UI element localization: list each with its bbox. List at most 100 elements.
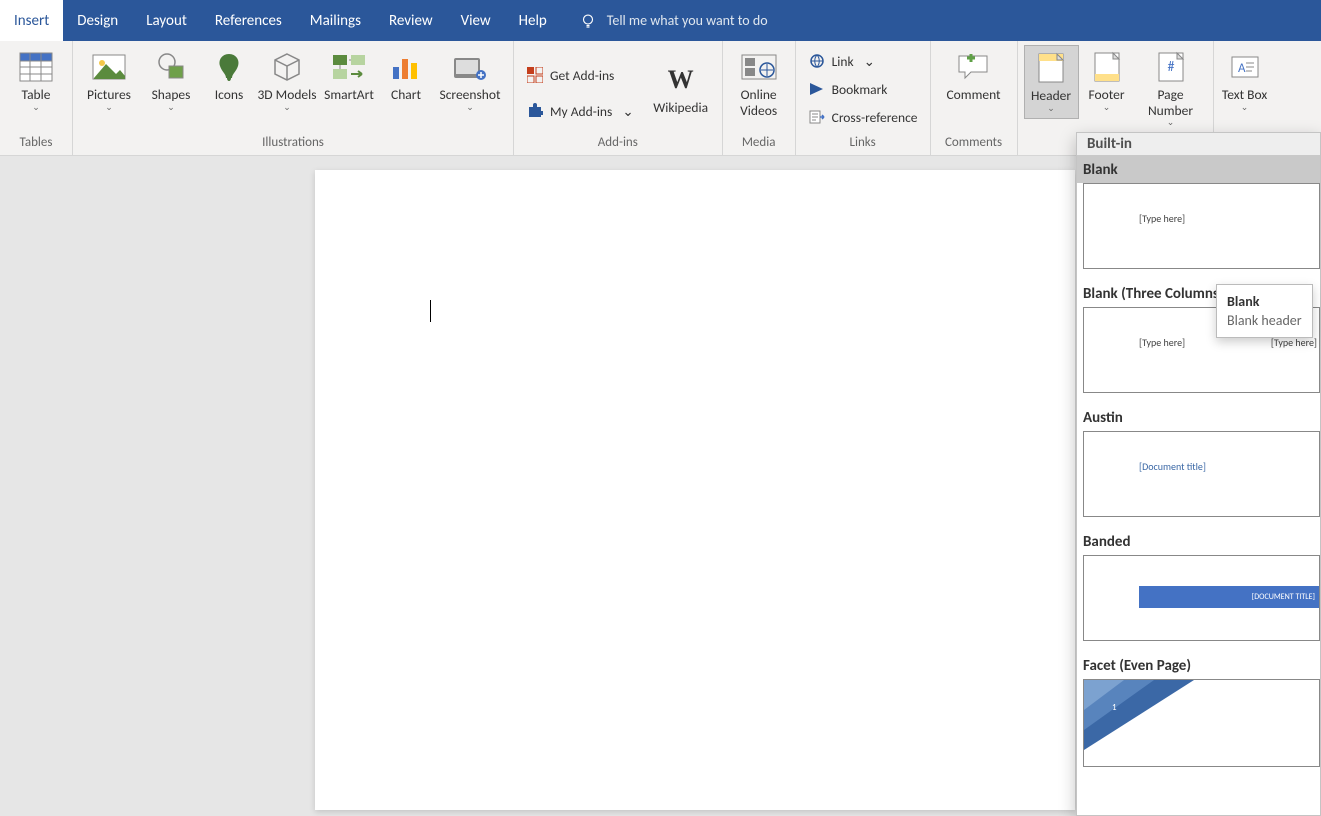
- tooltip-description: Blank header: [1227, 312, 1302, 329]
- 3d-models-label: 3D Models: [257, 87, 316, 103]
- svg-text:#: #: [1167, 58, 1174, 75]
- preview-banded[interactable]: [DOCUMENT TITLE]: [1083, 555, 1320, 641]
- group-addins: Get Add-ins My Add-ins ⌄ W Wikipedia Add…: [514, 41, 723, 155]
- chart-button[interactable]: Chart: [381, 45, 431, 107]
- group-links-label: Links: [802, 133, 924, 153]
- my-addins-button[interactable]: My Add-ins ⌄: [520, 97, 640, 125]
- pictures-button[interactable]: Pictures⌄: [79, 45, 139, 117]
- footer-button[interactable]: Footer⌄: [1081, 45, 1133, 117]
- preview-blank[interactable]: [Type here]: [1083, 183, 1320, 269]
- page-number-button[interactable]: # Page Number⌄: [1135, 45, 1207, 132]
- footer-icon: [1087, 49, 1127, 85]
- smartart-button[interactable]: SmartArt: [319, 45, 379, 107]
- wikipedia-button[interactable]: W Wikipedia: [646, 58, 716, 120]
- smartart-icon: [329, 49, 369, 85]
- table-icon: [16, 49, 56, 85]
- preview-facet[interactable]: 1: [1083, 679, 1320, 767]
- 3d-models-button[interactable]: 3D Models⌄: [257, 45, 317, 117]
- get-addins-button[interactable]: Get Add-ins: [520, 61, 640, 89]
- link-label: Link: [832, 53, 854, 70]
- wikipedia-label: Wikipedia: [653, 100, 708, 116]
- chart-icon: [386, 49, 426, 85]
- tooltip-title: Blank: [1227, 293, 1302, 310]
- group-illustrations-label: Illustrations: [79, 133, 507, 153]
- shapes-label: Shapes: [152, 87, 191, 103]
- tab-insert[interactable]: Insert: [0, 0, 63, 41]
- group-media: Online Videos Media: [723, 41, 796, 155]
- gallery-item-banded[interactable]: Banded: [1077, 527, 1320, 555]
- header-label: Header: [1031, 88, 1071, 104]
- table-button[interactable]: Table ⌄: [6, 45, 66, 117]
- tab-layout[interactable]: Layout: [132, 0, 201, 41]
- page-number-icon: #: [1151, 49, 1191, 85]
- gallery-item-austin[interactable]: Austin: [1077, 403, 1320, 431]
- cross-reference-button[interactable]: Cross-reference: [802, 103, 924, 131]
- header-gallery: Built-in Blank [Type here] Blank (Three …: [1076, 132, 1321, 816]
- online-videos-button[interactable]: Online Videos: [729, 45, 789, 122]
- online-videos-label: Online Videos: [729, 87, 789, 118]
- cube-icon: [267, 49, 307, 85]
- tab-design[interactable]: Design: [63, 0, 132, 41]
- comment-label: Comment: [946, 87, 1000, 103]
- video-icon: [739, 49, 779, 85]
- comment-button[interactable]: Comment: [937, 45, 1011, 107]
- caret-icon: ⌄: [32, 103, 40, 113]
- tab-mailings[interactable]: Mailings: [296, 0, 375, 41]
- bookmark-button[interactable]: Bookmark: [802, 75, 894, 103]
- svg-text:A: A: [1238, 61, 1246, 76]
- gallery-section-builtin: Built-in: [1077, 133, 1320, 155]
- gallery-item-facet-even[interactable]: Facet (Even Page): [1077, 651, 1320, 679]
- footer-label: Footer: [1089, 87, 1125, 103]
- text-box-icon: A: [1225, 49, 1265, 85]
- lightbulb-icon: [579, 12, 597, 30]
- link-button[interactable]: Link ⌄: [802, 47, 881, 75]
- smartart-label: SmartArt: [324, 87, 374, 103]
- facet-page-number: 1: [1112, 702, 1117, 713]
- gallery-item-blank[interactable]: Blank: [1077, 155, 1320, 183]
- shapes-icon: [151, 49, 191, 85]
- tooltip: Blank Blank header: [1216, 284, 1313, 338]
- tab-strip: Insert Design Layout References Mailings…: [0, 0, 1321, 41]
- bookmark-label: Bookmark: [832, 81, 888, 98]
- group-tables: Table ⌄ Tables: [0, 41, 73, 155]
- placeholder-text: [Type here]: [1139, 212, 1185, 225]
- group-links: Link ⌄ Bookmark Cross-reference Links: [796, 41, 931, 155]
- text-box-button[interactable]: A Text Box⌄: [1220, 45, 1270, 117]
- placeholder-text: [Type here]: [1139, 336, 1185, 349]
- bookmark-icon: [808, 80, 826, 98]
- shapes-button[interactable]: Shapes⌄: [141, 45, 201, 117]
- icons-button[interactable]: Icons: [203, 45, 255, 107]
- group-media-label: Media: [729, 133, 789, 153]
- group-comments-label: Comments: [937, 133, 1011, 153]
- cross-reference-icon: [808, 108, 826, 126]
- chart-label: Chart: [391, 87, 421, 103]
- banded-bar: [DOCUMENT TITLE]: [1139, 586, 1319, 608]
- group-illustrations: Pictures⌄ Shapes⌄ Icons 3D Models⌄ Smart…: [73, 41, 514, 155]
- tell-me-search[interactable]: Tell me what you want to do: [607, 12, 768, 29]
- tab-review[interactable]: Review: [375, 0, 447, 41]
- preview-austin[interactable]: [Document title]: [1083, 431, 1320, 517]
- icons-icon: [209, 49, 249, 85]
- screenshot-icon: [450, 49, 490, 85]
- header-icon: [1031, 50, 1071, 86]
- get-addins-label: Get Add-ins: [550, 67, 614, 84]
- pictures-icon: [89, 49, 129, 85]
- screenshot-label: Screenshot: [440, 87, 501, 103]
- placeholder-text: [DOCUMENT TITLE]: [1252, 592, 1315, 602]
- group-comments: Comment Comments: [931, 41, 1018, 155]
- my-addins-label: My Add-ins: [550, 103, 612, 120]
- wikipedia-icon: W: [661, 62, 701, 98]
- puzzle-icon: [526, 102, 544, 120]
- icons-label: Icons: [215, 87, 244, 103]
- link-icon: [808, 52, 826, 70]
- page-number-label: Page Number: [1135, 87, 1207, 118]
- group-addins-label: Add-ins: [520, 133, 716, 153]
- screenshot-button[interactable]: Screenshot⌄: [433, 45, 507, 117]
- document-page[interactable]: [315, 170, 1075, 810]
- pictures-label: Pictures: [87, 87, 131, 103]
- tab-references[interactable]: References: [201, 0, 296, 41]
- tab-view[interactable]: View: [447, 0, 505, 41]
- comment-icon: [954, 49, 994, 85]
- tab-help[interactable]: Help: [505, 0, 561, 41]
- header-button[interactable]: Header⌄: [1024, 45, 1079, 119]
